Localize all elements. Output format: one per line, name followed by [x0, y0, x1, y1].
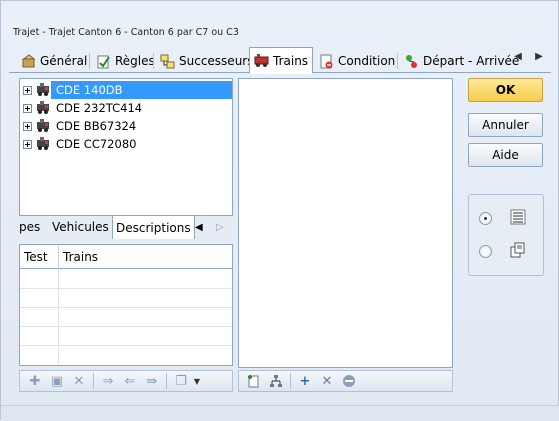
subtab-types[interactable]: pes	[19, 215, 40, 239]
tab-departure-arrival[interactable]: Départ - Arrivée	[400, 49, 523, 73]
tab-scroll-right-icon[interactable]: ▶	[533, 51, 545, 62]
view-tree-radio[interactable]	[479, 245, 492, 258]
tree-item-label: CDE BB67324	[56, 119, 137, 133]
description-grid[interactable]: Test Trains	[19, 244, 233, 366]
tab-divider	[153, 53, 154, 69]
grid-row-line	[20, 345, 232, 346]
trains-icon	[254, 53, 269, 68]
departure-arrival-icon	[404, 54, 419, 69]
view-options-group	[468, 194, 544, 276]
tab-condition[interactable]: Condition	[315, 49, 399, 73]
tree-item[interactable]: CDE CC72080	[23, 135, 138, 153]
subtab-types-label: pes	[19, 220, 41, 234]
subtab-scroll-right-icon[interactable]: ▷	[216, 215, 224, 239]
tab-trains-label: Trains	[273, 53, 309, 68]
add-document-icon[interactable]	[243, 372, 265, 390]
left-toolbar: ✚ ▣ ✕ ⇒ ⇐ ⇛ ❐ ▼	[19, 370, 233, 392]
plus-icon[interactable]: +	[294, 372, 316, 390]
edit-icon[interactable]: ▣	[46, 372, 68, 390]
locomotive-icon	[36, 119, 52, 133]
tab-rules[interactable]: Règles	[92, 49, 159, 73]
tab-successors[interactable]: Successeurs	[156, 49, 257, 73]
dropdown-arrow-icon[interactable]: ▼	[192, 372, 202, 390]
tab-scroll-left-icon[interactable]: ◀	[512, 51, 524, 62]
tab-general[interactable]: Général	[17, 49, 91, 73]
tab-general-label: Général	[40, 54, 88, 68]
tab-condition-label: Condition	[338, 54, 396, 68]
trains-toolbar: + ✕	[238, 370, 453, 392]
tree-item-label: CDE 140DB	[54, 82, 125, 98]
stop-icon[interactable]	[338, 372, 360, 390]
add-icon[interactable]: ✚	[24, 372, 46, 390]
locomotive-icon	[36, 101, 52, 115]
trains-list[interactable]	[238, 78, 453, 368]
grid-row-line	[20, 288, 232, 289]
help-button[interactable]: Aide	[468, 143, 543, 167]
locomotive-icon	[36, 83, 52, 97]
dialog-window: Trajet - Trajet Canton 6 - Canton 6 par …	[0, 0, 559, 421]
expand-icon[interactable]	[23, 85, 32, 95]
window-title: Trajet - Trajet Canton 6 - Canton 6 par …	[13, 27, 239, 38]
ok-button[interactable]: OK	[468, 78, 543, 102]
subtab-scroll-left-icon[interactable]: ◀	[195, 215, 203, 239]
subtab-descriptions-label: Descriptions	[116, 220, 191, 235]
train-tree[interactable]: CDE 140DB CDE 232TC414 CDE BB67324 CDE C…	[19, 78, 233, 216]
column-header-test[interactable]: Test	[24, 250, 48, 264]
tab-divider	[397, 53, 398, 69]
grid-header: Test Trains	[20, 245, 232, 269]
tree-item-label: CDE 232TC414	[56, 101, 143, 115]
condition-icon	[319, 54, 334, 69]
tree-item[interactable]: CDE BB67324	[23, 117, 138, 135]
remove-icon[interactable]: ✕	[316, 372, 338, 390]
cancel-button[interactable]: Annuler	[468, 113, 543, 137]
tree-item[interactable]: CDE 232TC414	[23, 99, 144, 117]
main-tab-strip: Général Règles Successeurs Trains Condit…	[9, 47, 551, 74]
delete-icon[interactable]: ✕	[68, 372, 90, 390]
tab-departure-arrival-label: Départ - Arrivée	[423, 54, 520, 68]
expand-icon[interactable]	[23, 139, 32, 149]
hierarchy-icon[interactable]	[265, 372, 287, 390]
cascade-view-icon[interactable]	[510, 242, 526, 258]
move-right-icon[interactable]: ⇒	[97, 372, 119, 390]
tab-divider	[89, 53, 90, 69]
move-forward-icon[interactable]: ⇛	[141, 372, 163, 390]
grid-row-line	[20, 307, 232, 308]
rules-icon	[96, 54, 111, 69]
successors-icon	[160, 54, 175, 69]
sub-tab-strip: pes Vehicules Descriptions ◀ ▷	[19, 215, 233, 239]
subtab-vehicules[interactable]: Vehicules	[52, 215, 109, 239]
tab-trains[interactable]: Trains	[249, 47, 314, 74]
tree-item[interactable]: CDE 140DB	[23, 81, 232, 99]
expand-icon[interactable]	[23, 103, 32, 113]
general-icon	[21, 53, 36, 69]
list-view-icon[interactable]	[510, 209, 526, 225]
grid-row-line	[20, 326, 232, 327]
copy-icon[interactable]: ❐	[170, 372, 192, 390]
expand-icon[interactable]	[23, 121, 32, 131]
locomotive-icon	[36, 137, 52, 151]
tab-successors-label: Successeurs	[179, 54, 254, 68]
tab-rules-label: Règles	[115, 54, 155, 68]
move-left-icon[interactable]: ⇐	[119, 372, 141, 390]
subtab-vehicules-label: Vehicules	[52, 220, 109, 234]
view-list-radio[interactable]	[479, 212, 492, 225]
status-bar	[1, 405, 559, 421]
subtab-descriptions[interactable]: Descriptions	[112, 215, 195, 239]
column-header-trains[interactable]: Trains	[63, 250, 98, 264]
tree-item-label: CDE CC72080	[56, 137, 137, 151]
